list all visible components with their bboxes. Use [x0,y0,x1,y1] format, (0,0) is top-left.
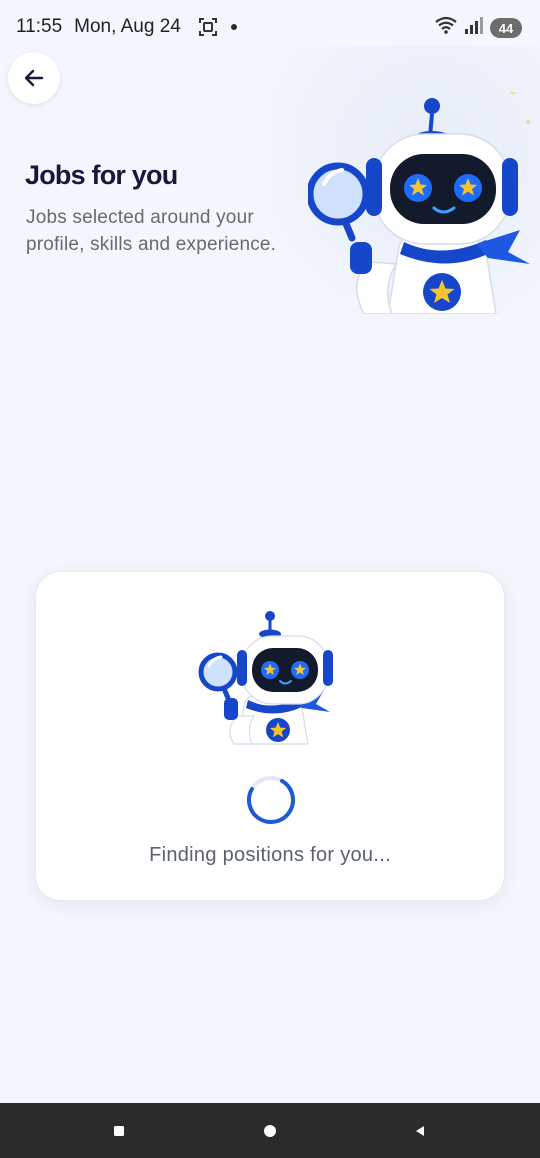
status-time: 11:55 [16,16,63,37]
loading-message: Finding positions for you... [149,844,391,866]
page-title: Jobs for you [25,160,178,190]
battery-icon: 44 [490,18,522,38]
loading-card: Finding positions for you... [35,571,505,901]
nav-back-button[interactable] [408,1119,432,1143]
loading-spinner [247,776,295,824]
home-icon [264,1125,276,1137]
recents-button[interactable] [107,1119,131,1143]
status-right: 44 [434,15,522,41]
back-button[interactable] [8,52,60,104]
notification-dot-icon [230,24,237,30]
status-left: 11:55 Mon, Aug 24 [16,16,237,38]
screenshot-icon [197,18,219,36]
status-date: Mon, Aug 24 [74,16,181,37]
signal-icon [464,15,484,41]
back-icon [416,1126,424,1136]
robot-illustration [308,92,530,314]
recents-icon [114,1126,124,1136]
home-button[interactable] [258,1119,282,1143]
arrow-left-icon [24,69,44,87]
robot-illustration-small [198,611,333,745]
wifi-icon [434,15,458,41]
page-subtitle: Jobs selected around your profile, skill… [26,207,277,255]
system-nav-bar [0,1103,540,1158]
